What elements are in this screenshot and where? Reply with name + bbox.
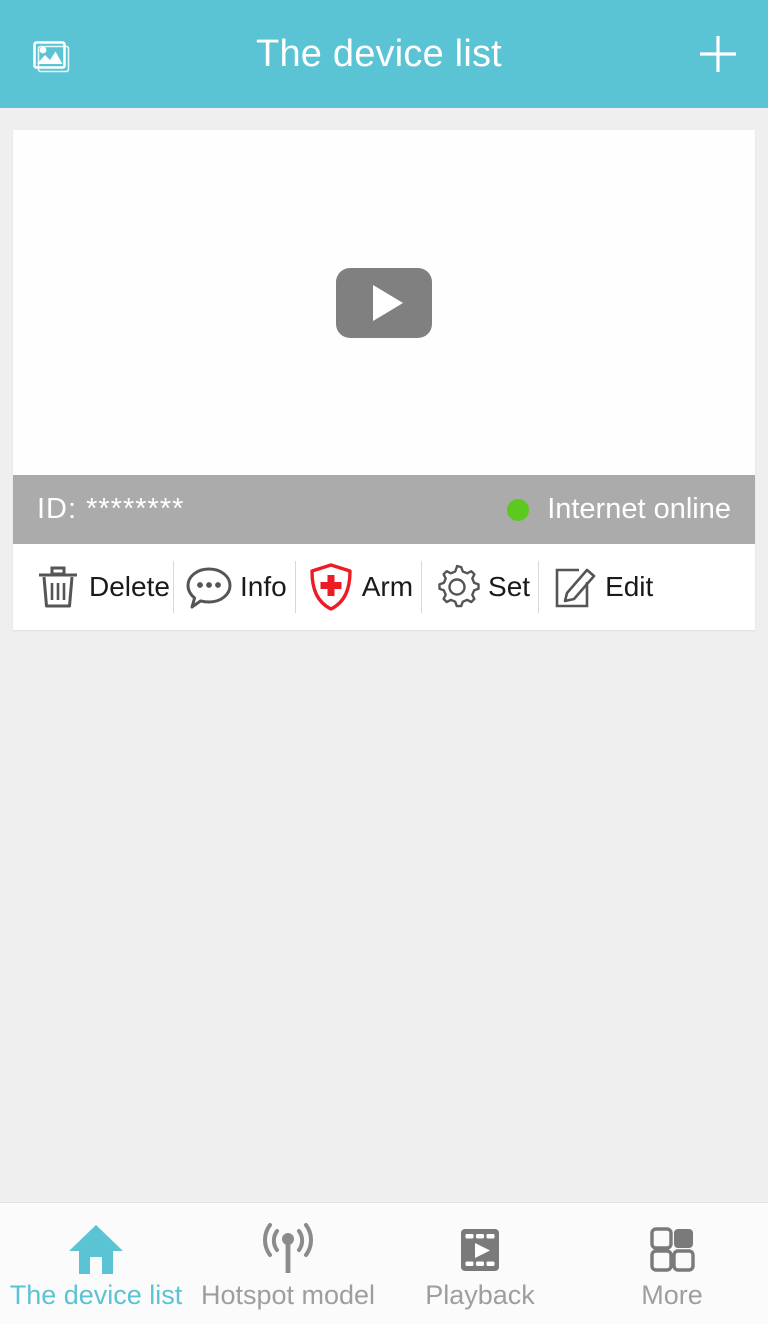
app-root: The device list ID: ******** Internet on… xyxy=(0,0,768,1324)
device-status-bar: ID: ******** Internet online xyxy=(13,475,755,544)
play-icon[interactable] xyxy=(336,267,432,338)
set-label: Set xyxy=(488,571,531,603)
broadcast-antenna-icon xyxy=(257,1216,319,1278)
status-indicator-dot xyxy=(507,498,530,521)
nav-item-playback[interactable]: Playback xyxy=(384,1203,576,1324)
status-badge: Internet online xyxy=(547,493,731,525)
info-label: Info xyxy=(240,571,287,603)
nav-label-device-list: The device list xyxy=(9,1280,183,1310)
nav-label-playback: Playback xyxy=(425,1280,535,1310)
shield-cross-icon xyxy=(304,560,358,614)
delete-label: Delete xyxy=(89,571,170,603)
nav-label-hotspot-model: Hotspot model xyxy=(200,1280,376,1310)
home-icon xyxy=(65,1216,127,1278)
device-id: ID: ******** xyxy=(37,493,185,525)
speech-bubble-icon xyxy=(182,560,236,614)
connection-status: Internet online xyxy=(507,493,731,526)
arm-button[interactable]: Arm xyxy=(296,544,421,630)
nav-item-hotspot-model[interactable]: Hotspot model xyxy=(192,1203,384,1324)
delete-button[interactable]: Delete xyxy=(23,544,173,630)
play-triangle xyxy=(373,284,403,321)
page-title: The device list xyxy=(256,32,502,75)
nav-item-more[interactable]: More xyxy=(576,1203,768,1324)
device-action-row: Delete Info Arm Set Edit xyxy=(13,544,755,630)
app-header: The device list xyxy=(0,0,768,108)
edit-label: Edit xyxy=(605,571,654,603)
gear-icon xyxy=(430,560,484,614)
nav-item-device-list[interactable]: The device list xyxy=(0,1203,192,1324)
main-content: ID: ******** Internet online Delete Info… xyxy=(0,108,768,1202)
arm-label: Arm xyxy=(361,571,414,603)
grid-four-icon xyxy=(641,1216,703,1278)
plus-icon[interactable] xyxy=(690,26,746,82)
set-button[interactable]: Set xyxy=(422,544,538,630)
nav-label-more: More xyxy=(641,1280,703,1310)
info-button[interactable]: Info xyxy=(174,544,295,630)
device-card: ID: ******** Internet online Delete Info… xyxy=(13,130,755,630)
pencil-note-icon xyxy=(547,560,601,614)
trash-icon xyxy=(31,560,85,614)
edit-button[interactable]: Edit xyxy=(539,544,661,630)
bottom-navigation: The device list Hotspot model Playback M… xyxy=(0,1202,768,1324)
video-preview[interactable] xyxy=(13,130,755,475)
film-play-icon xyxy=(449,1216,511,1278)
